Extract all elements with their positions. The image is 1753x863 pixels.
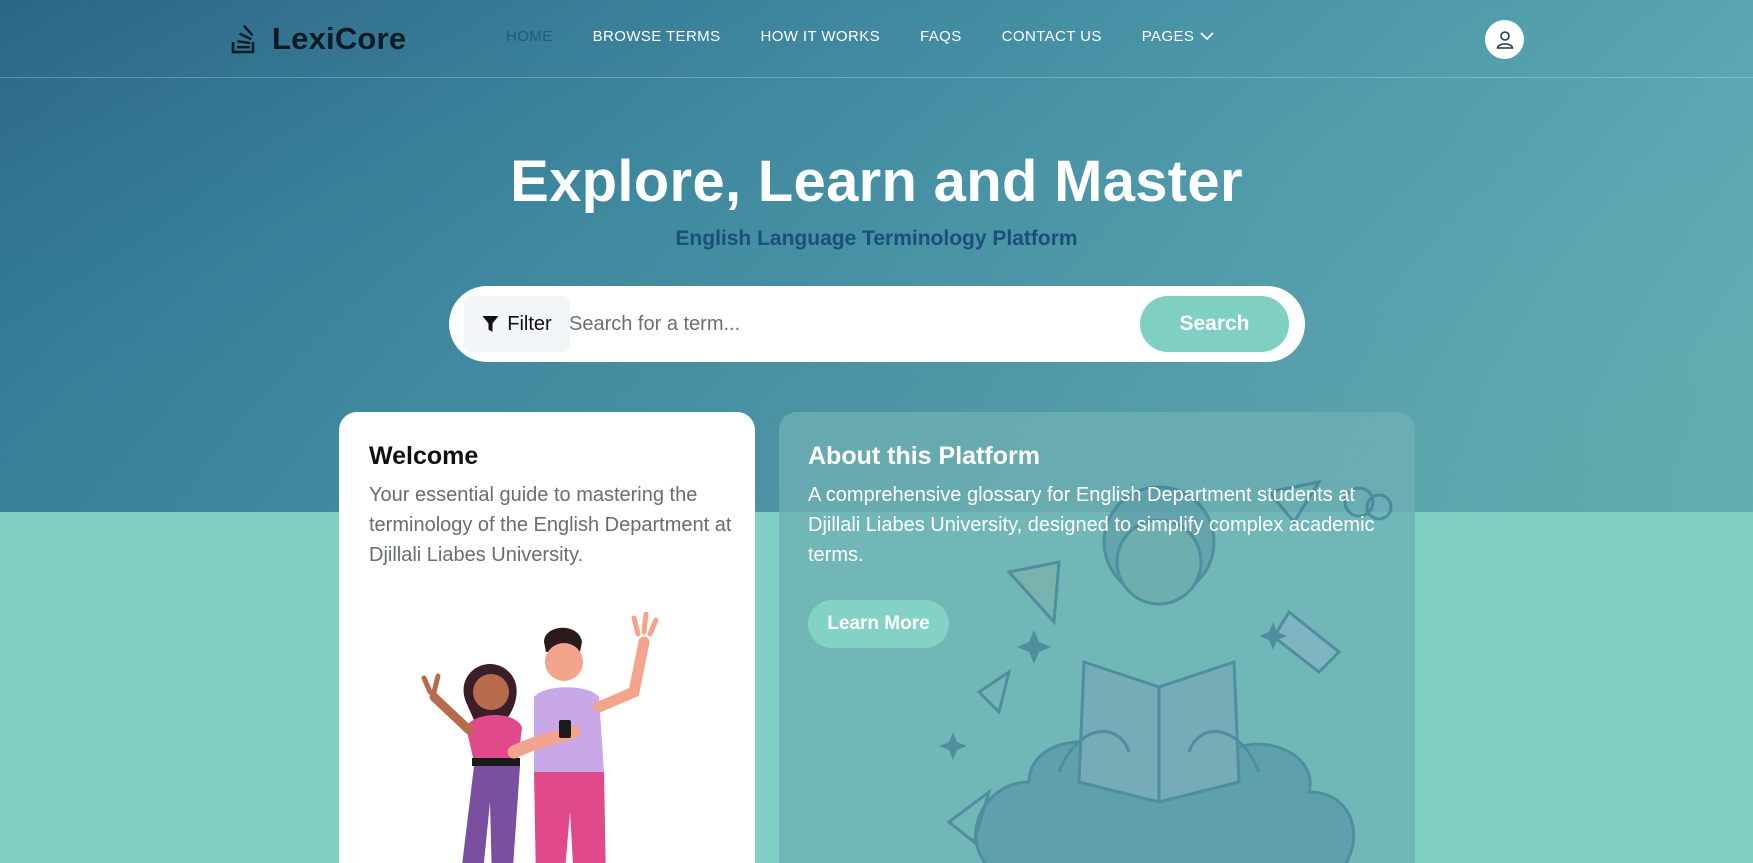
about-text: A comprehensive glossary for English Dep… bbox=[808, 484, 1375, 566]
brand-name: LexiCore bbox=[272, 21, 407, 56]
top-navbar: LexiCore HOME BROWSE TERMS HOW IT WORKS … bbox=[0, 0, 1753, 78]
about-card: About this Platform A comprehensive glos… bbox=[779, 412, 1415, 863]
hero-title: Explore, Learn and Master bbox=[510, 149, 1243, 214]
stack-icon bbox=[231, 24, 255, 54]
learn-more-button[interactable]: Learn More bbox=[808, 600, 949, 648]
search-bar: Filter Search bbox=[449, 286, 1305, 362]
nav-browse-terms[interactable]: BROWSE TERMS bbox=[593, 28, 721, 45]
user-account-button[interactable] bbox=[1485, 20, 1524, 59]
filter-label: Filter bbox=[507, 312, 552, 335]
welcome-title: Welcome bbox=[369, 442, 479, 470]
welcome-text: Your essential guide to mastering the te… bbox=[369, 484, 732, 566]
search-input[interactable] bbox=[569, 300, 1129, 348]
nav-home[interactable]: HOME bbox=[506, 28, 553, 45]
nav-how-it-works[interactable]: HOW IT WORKS bbox=[760, 28, 880, 45]
hero-subtitle: English Language Terminology Platform bbox=[675, 227, 1078, 250]
brand-logo[interactable]: LexiCore bbox=[230, 20, 406, 58]
students-illustration bbox=[421, 612, 659, 863]
user-icon bbox=[1496, 30, 1513, 49]
welcome-card: Welcome Your essential guide to masterin… bbox=[339, 412, 755, 863]
chevron-down-icon bbox=[1200, 32, 1214, 41]
search-button[interactable]: Search bbox=[1140, 296, 1289, 352]
nav-contact-us[interactable]: CONTACT US bbox=[1002, 28, 1102, 45]
filter-button[interactable]: Filter bbox=[464, 296, 570, 352]
main-menu: HOME BROWSE TERMS HOW IT WORKS FAQS CONT… bbox=[506, 28, 1214, 45]
nav-pages-label: PAGES bbox=[1141, 28, 1195, 45]
about-title: About this Platform bbox=[808, 442, 1040, 470]
nav-faqs[interactable]: FAQS bbox=[920, 28, 962, 45]
filter-icon bbox=[482, 316, 499, 332]
nav-pages-dropdown[interactable]: PAGES bbox=[1142, 28, 1215, 45]
